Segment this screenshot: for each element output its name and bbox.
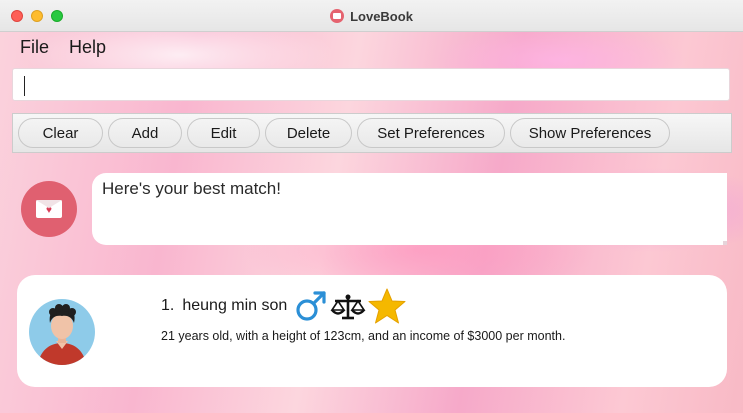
- set-preferences-button[interactable]: Set Preferences: [357, 118, 505, 148]
- match-name: heung min son: [182, 297, 288, 314]
- match-title-row: 1. heung min son: [161, 288, 407, 324]
- match-description: 21 years old, with a height of 123cm, an…: [161, 329, 566, 343]
- mail-avatar-icon: ♥: [21, 181, 77, 237]
- clear-button[interactable]: Clear: [18, 118, 103, 148]
- male-icon: [296, 291, 326, 321]
- libra-icon: [330, 294, 366, 320]
- heart-icon: ♥: [46, 204, 52, 216]
- title-area: LoveBook: [0, 0, 743, 32]
- menu-help[interactable]: Help: [59, 36, 116, 60]
- edit-button[interactable]: Edit: [187, 118, 260, 148]
- app-envelope-icon: [330, 9, 345, 23]
- menu-bar: File Help: [10, 36, 116, 60]
- match-card[interactable]: 1. heung min son 21 years old, with a he…: [17, 275, 727, 387]
- command-input[interactable]: [12, 68, 730, 101]
- add-button[interactable]: Add: [108, 118, 182, 148]
- result-message: Here's your best match!: [102, 179, 281, 198]
- result-display: Here's your best match!: [92, 173, 727, 245]
- menu-file[interactable]: File: [10, 36, 59, 60]
- person-avatar-icon: [29, 299, 95, 365]
- show-preferences-button[interactable]: Show Preferences: [510, 118, 670, 148]
- envelope-icon: ♥: [36, 200, 62, 218]
- title-bar: LoveBook: [0, 0, 743, 32]
- text-caret: [24, 76, 25, 96]
- delete-button[interactable]: Delete: [265, 118, 352, 148]
- window-title: LoveBook: [350, 8, 413, 24]
- toolbar: Clear Add Edit Delete Set Preferences Sh…: [12, 113, 732, 153]
- match-index: 1.: [161, 297, 175, 314]
- star-icon: [368, 288, 406, 324]
- resize-corner: [723, 241, 727, 245]
